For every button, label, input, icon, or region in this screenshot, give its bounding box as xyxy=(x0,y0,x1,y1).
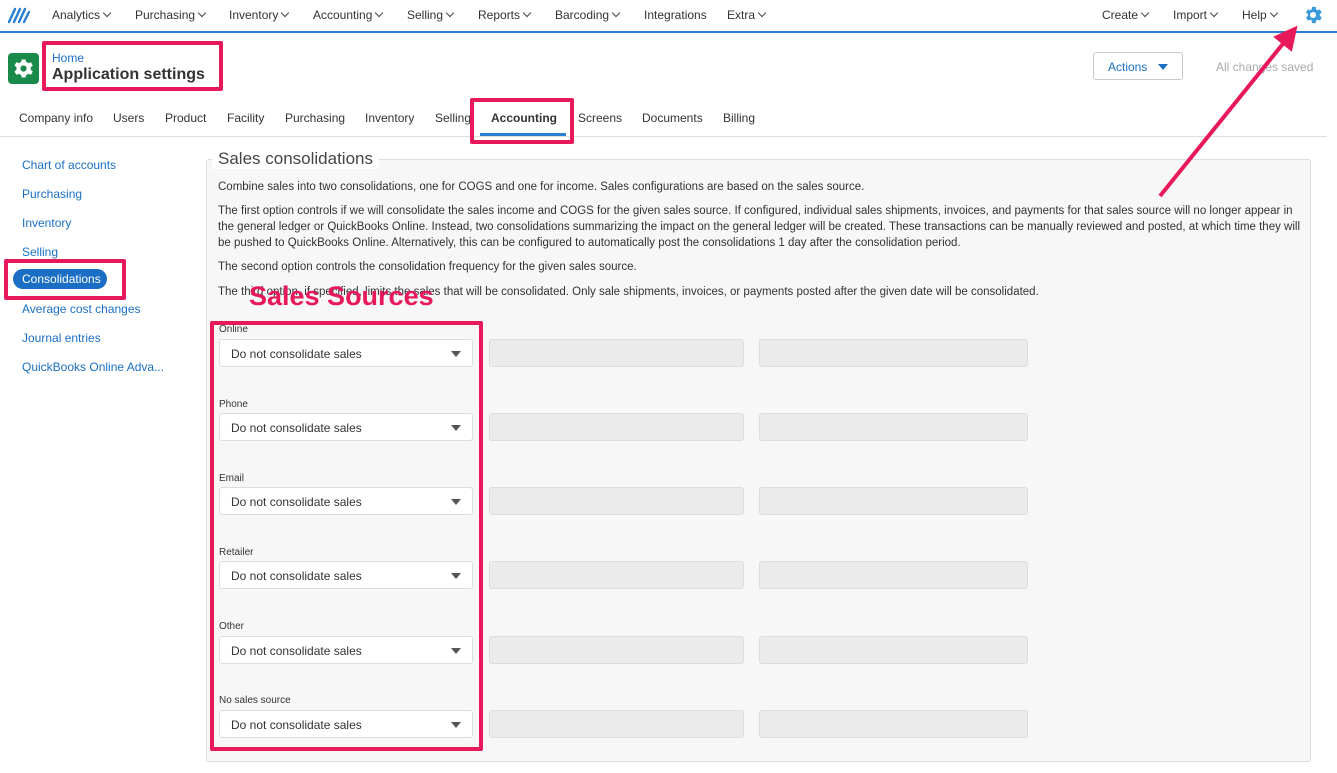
chevron-down-icon xyxy=(281,8,290,18)
chevron-down-icon xyxy=(1209,8,1219,18)
nav-inventory[interactable]: Inventory xyxy=(229,8,290,22)
nav-import[interactable]: Import xyxy=(1173,8,1219,22)
date-field-no-sales-source[interactable] xyxy=(759,710,1028,738)
nav-extra[interactable]: Extra xyxy=(727,8,767,22)
frequency-field-no-sales-source[interactable] xyxy=(489,710,744,738)
annotation-sales-sources-label: Sales Sources xyxy=(249,281,434,311)
chevron-down-icon xyxy=(757,8,767,18)
frequency-field-phone[interactable] xyxy=(489,413,744,441)
sidebar-item-quickbooks-online[interactable]: QuickBooks Online Adva... xyxy=(22,360,164,374)
date-field-email[interactable] xyxy=(759,487,1028,515)
caret-down-icon xyxy=(1158,64,1168,70)
tab-product[interactable]: Product xyxy=(165,111,206,125)
highlight-box-consolidations xyxy=(4,259,126,300)
chevron-down-icon xyxy=(522,8,532,18)
tab-purchasing[interactable]: Purchasing xyxy=(285,111,345,125)
chevron-down-icon xyxy=(1269,8,1278,18)
nav-help[interactable]: Help xyxy=(1242,8,1278,22)
date-field-other[interactable] xyxy=(759,636,1028,664)
nav-purchasing-label: Purchasing xyxy=(135,8,196,22)
actions-label: Actions xyxy=(1108,60,1148,74)
nav-reports-label: Reports xyxy=(478,8,521,22)
sidebar-item-journal-entries[interactable]: Journal entries xyxy=(22,331,101,345)
tab-company-info[interactable]: Company info xyxy=(19,111,93,125)
save-status: All changes saved xyxy=(1216,60,1314,74)
chevron-down-icon xyxy=(375,8,384,18)
chevron-down-icon xyxy=(102,8,112,18)
nav-barcoding[interactable]: Barcoding xyxy=(555,8,621,22)
description-intro: Combine sales into two consolidations, o… xyxy=(218,181,865,193)
settings-tabs: Company info Users Product Facility Purc… xyxy=(0,100,1327,137)
nav-barcoding-label: Barcoding xyxy=(555,8,610,22)
nav-create[interactable]: Create xyxy=(1102,8,1150,22)
nav-selling-label: Selling xyxy=(407,8,444,22)
chevron-down-icon xyxy=(445,8,455,18)
nav-create-label: Create xyxy=(1102,8,1139,22)
highlight-box-title xyxy=(42,41,223,91)
frequency-field-email[interactable] xyxy=(489,487,744,515)
nav-analytics-label: Analytics xyxy=(52,8,101,22)
nav-accounting-label: Accounting xyxy=(313,8,373,22)
app-logo-icon[interactable] xyxy=(8,6,30,24)
highlight-box-accounting-tab xyxy=(470,98,574,144)
date-field-retailer[interactable] xyxy=(759,561,1028,589)
sidebar-item-chart-of-accounts[interactable]: Chart of accounts xyxy=(22,158,116,172)
nav-purchasing[interactable]: Purchasing xyxy=(135,8,207,22)
tab-documents[interactable]: Documents xyxy=(642,111,703,125)
frequency-field-retailer[interactable] xyxy=(489,561,744,589)
description-second-option: The second option controls the consolida… xyxy=(218,261,637,273)
nav-extra-label: Extra xyxy=(727,8,756,22)
date-field-online[interactable] xyxy=(759,339,1028,367)
tab-inventory[interactable]: Inventory xyxy=(365,111,414,125)
tab-screens[interactable]: Screens xyxy=(578,111,622,125)
nav-help-label: Help xyxy=(1242,8,1267,22)
nav-integrations-label: Integrations xyxy=(644,8,707,22)
chevron-down-icon xyxy=(1140,8,1150,18)
description-first-option: The first option controls if we will con… xyxy=(218,205,1301,249)
section-title: Sales consolidations xyxy=(212,149,379,169)
nav-inventory-label: Inventory xyxy=(229,8,279,22)
frequency-field-other[interactable] xyxy=(489,636,744,664)
frequency-field-online[interactable] xyxy=(489,339,744,367)
tab-facility[interactable]: Facility xyxy=(227,111,264,125)
nav-integrations[interactable]: Integrations xyxy=(644,8,707,22)
top-navigation-bar: Analytics Purchasing Inventory Accountin… xyxy=(0,0,1337,33)
chevron-down-icon xyxy=(197,8,207,18)
sidebar-item-purchasing[interactable]: Purchasing xyxy=(22,187,82,201)
actions-dropdown-button[interactable]: Actions xyxy=(1093,52,1183,80)
tab-selling[interactable]: Selling xyxy=(435,111,471,125)
chevron-down-icon xyxy=(611,8,621,18)
date-field-phone[interactable] xyxy=(759,413,1028,441)
tab-billing[interactable]: Billing xyxy=(723,111,755,125)
sidebar-item-average-cost-changes[interactable]: Average cost changes xyxy=(22,302,141,316)
highlight-box-sales-sources xyxy=(210,321,483,751)
nav-reports[interactable]: Reports xyxy=(478,8,532,22)
nav-import-label: Import xyxy=(1173,8,1208,22)
tab-users[interactable]: Users xyxy=(113,111,144,125)
sidebar-item-inventory[interactable]: Inventory xyxy=(22,216,71,230)
nav-selling[interactable]: Selling xyxy=(407,8,455,22)
nav-analytics[interactable]: Analytics xyxy=(52,8,112,22)
gear-icon[interactable] xyxy=(1302,4,1324,26)
nav-accounting[interactable]: Accounting xyxy=(313,8,384,22)
gear-icon xyxy=(14,59,33,78)
settings-app-icon xyxy=(8,53,39,84)
sidebar-item-selling[interactable]: Selling xyxy=(22,245,58,259)
